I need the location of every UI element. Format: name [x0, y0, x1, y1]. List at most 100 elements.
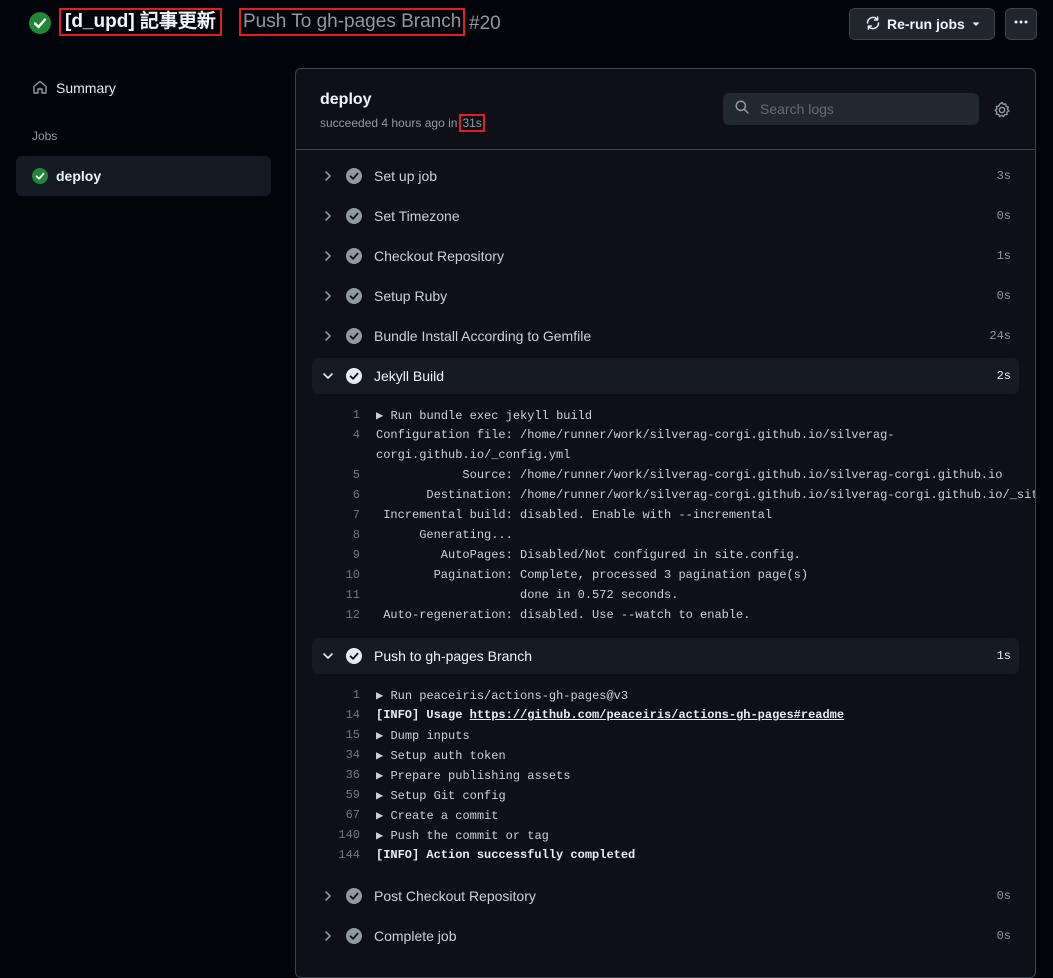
line-number: 6	[352, 488, 360, 502]
log-line[interactable]: 34 ▶ Setup auth token	[312, 745, 1019, 765]
search-logs-box[interactable]	[723, 93, 979, 125]
job-status: succeeded 4 hours ago in 31s	[320, 114, 485, 132]
check-circle-icon	[346, 368, 362, 384]
workflow-name[interactable]: Push To gh-pages Branch	[239, 8, 466, 36]
jobs-heading: Jobs	[32, 129, 58, 143]
log-text: [INFO] Usage	[376, 708, 470, 722]
step-name: Bundle Install According to Gemfile	[374, 328, 592, 344]
success-check-icon	[32, 168, 48, 184]
step-duration: 3s	[996, 169, 1011, 183]
log-line[interactable]: 36 ▶ Prepare publishing assets	[312, 765, 1019, 785]
line-number: 15	[345, 728, 360, 742]
check-circle-icon	[346, 208, 362, 224]
step-jekyll-build[interactable]: Jekyll Build 2s	[312, 358, 1019, 394]
chevron-right-icon	[320, 290, 336, 302]
chevron-right-icon	[320, 170, 336, 182]
log-line[interactable]: 15 ▶ Dump inputs	[312, 725, 1019, 745]
sidebar-item-summary[interactable]: Summary	[16, 72, 271, 104]
log-line: 9 AutoPages: Disabled/Not configured in …	[312, 545, 1019, 565]
job-header: deploy succeeded 4 hours ago in 31s	[296, 69, 1035, 150]
job-log-panel: deploy succeeded 4 hours ago in 31s Set …	[295, 68, 1036, 978]
usage-link[interactable]: https://github.com/peaceiris/actions-gh-…	[470, 708, 844, 722]
step-name: Push to gh-pages Branch	[374, 648, 532, 664]
log-text: Destination: /home/runner/work/silverag-…	[376, 488, 1036, 502]
log-line: 12 Auto-regeneration: disabled. Use --wa…	[312, 605, 1019, 625]
step-complete-job[interactable]: Complete job 0s	[312, 918, 1019, 954]
jekyll-build-log: 1 ▶ Run bundle exec jekyll build 4 Configu…	[312, 405, 1035, 625]
step-post-checkout-repository[interactable]: Post Checkout Repository 0s	[312, 878, 1019, 914]
log-line[interactable]: 1 ▶ Run bundle exec jekyll build	[312, 405, 1019, 425]
log-text: Dump inputs	[390, 728, 470, 743]
log-text: Setup Git config	[390, 788, 506, 803]
sidebar-item-deploy[interactable]: deploy	[16, 156, 271, 196]
log-line: 144 [INFO] Action successfully completed	[312, 845, 1019, 865]
log-line: 11 done in 0.572 seconds.	[312, 585, 1019, 605]
step-name: Set up job	[374, 168, 438, 184]
log-line[interactable]: 140 ▶ Push the commit or tag	[312, 825, 1019, 845]
log-line: 10 Pagination: Complete, processed 3 pag…	[312, 565, 1019, 585]
log-line: 8 Generating...	[312, 525, 1019, 545]
expand-triangle-icon: ▶	[376, 748, 391, 763]
search-logs-input[interactable]	[758, 100, 962, 118]
chevron-down-icon	[320, 651, 336, 661]
line-number: 12	[345, 608, 360, 622]
step-set-timezone[interactable]: Set Timezone 0s	[312, 198, 1019, 234]
step-setup-ruby[interactable]: Setup Ruby 0s	[312, 278, 1019, 314]
log-text: Auto-regeneration: disabled. Use --watch…	[376, 608, 751, 622]
log-line[interactable]: 1 ▶ Run peaceiris/actions-gh-pages@v3	[312, 685, 1019, 705]
step-push-to-gh-pages[interactable]: Push to gh-pages Branch 1s	[312, 638, 1019, 674]
line-number: 34	[345, 748, 360, 762]
step-set-up-job[interactable]: Set up job 3s	[312, 158, 1019, 194]
line-number: 1	[352, 408, 360, 422]
expand-triangle-icon: ▶	[376, 728, 391, 743]
line-number: 36	[345, 768, 360, 782]
run-number: #20	[469, 13, 501, 34]
line-number: 14	[345, 708, 360, 722]
log-line: 5 Source: /home/runner/work/silverag-cor…	[312, 465, 1019, 485]
sidebar-item-label: Summary	[56, 80, 116, 96]
check-circle-icon	[346, 888, 362, 904]
log-line: 7 Incremental build: disabled. Enable wi…	[312, 505, 1019, 525]
line-number: 4	[352, 428, 360, 442]
log-line[interactable]: 59 ▶ Setup Git config	[312, 785, 1019, 805]
line-number: 59	[345, 788, 360, 802]
line-number: 8	[352, 528, 360, 542]
log-line: corgi.github.io/_config.yml	[312, 445, 1019, 465]
run-title: [d_upd] 記事更新	[59, 8, 222, 36]
line-number: 10	[345, 568, 360, 582]
line-number: 67	[345, 808, 360, 822]
line-number: 1	[352, 688, 360, 702]
gear-icon[interactable]	[993, 101, 1011, 124]
step-duration: 0s	[996, 929, 1011, 943]
check-circle-icon	[346, 328, 362, 344]
log-text: Push the commit or tag	[390, 828, 549, 843]
step-name: Complete job	[374, 928, 457, 944]
step-bundle-install[interactable]: Bundle Install According to Gemfile 24s	[312, 318, 1019, 354]
line-number: 140	[338, 828, 360, 842]
chevron-down-icon	[320, 371, 336, 381]
chevron-right-icon	[320, 930, 336, 942]
log-text: [INFO] Action successfully completed	[376, 848, 636, 862]
check-circle-icon	[346, 648, 362, 664]
expand-triangle-icon: ▶	[376, 808, 391, 823]
log-line[interactable]: 67 ▶ Create a commit	[312, 805, 1019, 825]
job-duration: 31s	[459, 114, 485, 132]
log-text: done in 0.572 seconds.	[376, 588, 679, 602]
rerun-jobs-button[interactable]: Re-run jobs	[849, 8, 995, 40]
sync-icon	[865, 15, 881, 34]
chevron-right-icon	[320, 890, 336, 902]
log-line: 14 [INFO] Usage https://github.com/peacei…	[312, 705, 1019, 725]
step-duration: 2s	[996, 369, 1011, 383]
step-duration: 0s	[996, 289, 1011, 303]
step-duration: 1s	[996, 649, 1011, 663]
more-options-button[interactable]	[1005, 8, 1037, 40]
step-checkout-repository[interactable]: Checkout Repository 1s	[312, 238, 1019, 274]
log-text: AutoPages: Disabled/Not configured in si…	[376, 548, 801, 562]
step-name: Post Checkout Repository	[374, 888, 536, 904]
run-header: [d_upd] 記事更新 Push To gh-pages Branch #20…	[0, 0, 1053, 50]
log-text: Source: /home/runner/work/silverag-corgi…	[376, 468, 1003, 482]
sidebar-item-label: deploy	[56, 168, 102, 184]
caret-down-icon	[971, 16, 981, 32]
log-text: Create a commit	[390, 808, 499, 823]
step-name: Setup Ruby	[374, 288, 448, 304]
